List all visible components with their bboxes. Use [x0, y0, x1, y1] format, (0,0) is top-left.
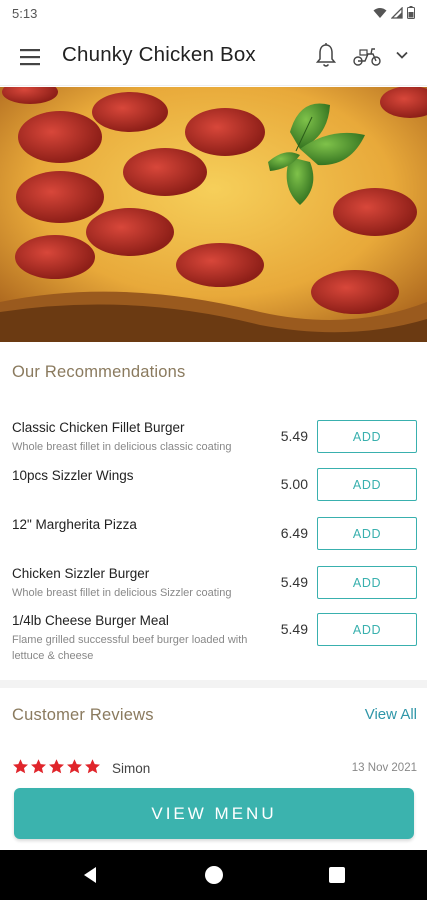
reviewer-name: Simon [112, 761, 151, 776]
item-price: 5.49 [280, 574, 308, 590]
item-description: Whole breast fillet in delicious Sizzler… [12, 587, 232, 599]
delivery-scooter-icon[interactable] [352, 45, 382, 67]
back-icon[interactable] [80, 865, 100, 885]
add-button[interactable]: ADD [317, 468, 417, 501]
item-name: 1/4lb Cheese Burger Meal [12, 613, 169, 628]
star-icon [85, 759, 100, 774]
star-icon [67, 759, 82, 774]
item-price: 6.49 [280, 525, 308, 541]
chevron-down-icon[interactable] [394, 48, 410, 62]
list-item[interactable]: 12" Margherita Pizza 6.49 ADD [0, 517, 427, 565]
review-item[interactable]: Simon 13 Nov 2021 [0, 758, 427, 782]
add-button[interactable]: ADD [317, 613, 417, 646]
wifi-icon [373, 7, 387, 18]
hero-image [0, 87, 427, 342]
list-item[interactable]: 10pcs Sizzler Wings 5.00 ADD [0, 468, 427, 516]
app-title: Chunky Chicken Box [62, 43, 256, 66]
recent-apps-icon[interactable] [329, 867, 345, 883]
star-icon [49, 759, 64, 774]
add-button[interactable]: ADD [317, 420, 417, 453]
status-bar: 5:13 [0, 0, 427, 28]
section-divider [0, 680, 427, 688]
review-date: 13 Nov 2021 [351, 762, 417, 774]
item-price: 5.49 [280, 621, 308, 637]
list-item[interactable]: Chicken Sizzler Burger Whole breast fill… [0, 566, 427, 614]
item-description: Whole breast fillet in delicious classic… [12, 441, 232, 453]
status-icons [373, 6, 415, 19]
item-description: Flame grilled successful beef burger loa… [12, 634, 248, 662]
item-name: Classic Chicken Fillet Burger [12, 420, 185, 435]
recommendations-title: Our Recommendations [12, 363, 186, 381]
item-name: Chicken Sizzler Burger [12, 566, 150, 581]
list-item[interactable]: Classic Chicken Fillet Burger Whole brea… [0, 420, 427, 468]
hamburger-menu-icon[interactable] [18, 46, 42, 68]
status-time: 5:13 [12, 6, 38, 21]
battery-icon [407, 6, 415, 19]
item-price: 5.49 [280, 428, 308, 444]
star-rating [12, 758, 101, 775]
signal-icon [391, 6, 403, 19]
add-button[interactable]: ADD [317, 517, 417, 550]
app-bar: Chunky Chicken Box [0, 28, 427, 86]
star-icon [13, 759, 28, 774]
view-menu-button[interactable]: VIEW MENU [14, 788, 414, 839]
bell-icon[interactable] [314, 42, 338, 70]
pepperoni-pizza-photo [0, 87, 427, 342]
system-nav-bar [0, 850, 427, 900]
item-name: 10pcs Sizzler Wings [12, 468, 134, 483]
item-name: 12" Margherita Pizza [12, 517, 137, 532]
add-button[interactable]: ADD [317, 566, 417, 599]
star-icon [31, 759, 46, 774]
item-price: 5.00 [280, 476, 308, 492]
list-item[interactable]: 1/4lb Cheese Burger Meal Flame grilled s… [0, 613, 427, 669]
reviews-title: Customer Reviews [12, 706, 154, 724]
home-icon[interactable] [205, 866, 223, 884]
view-all-link[interactable]: View All [365, 706, 417, 723]
